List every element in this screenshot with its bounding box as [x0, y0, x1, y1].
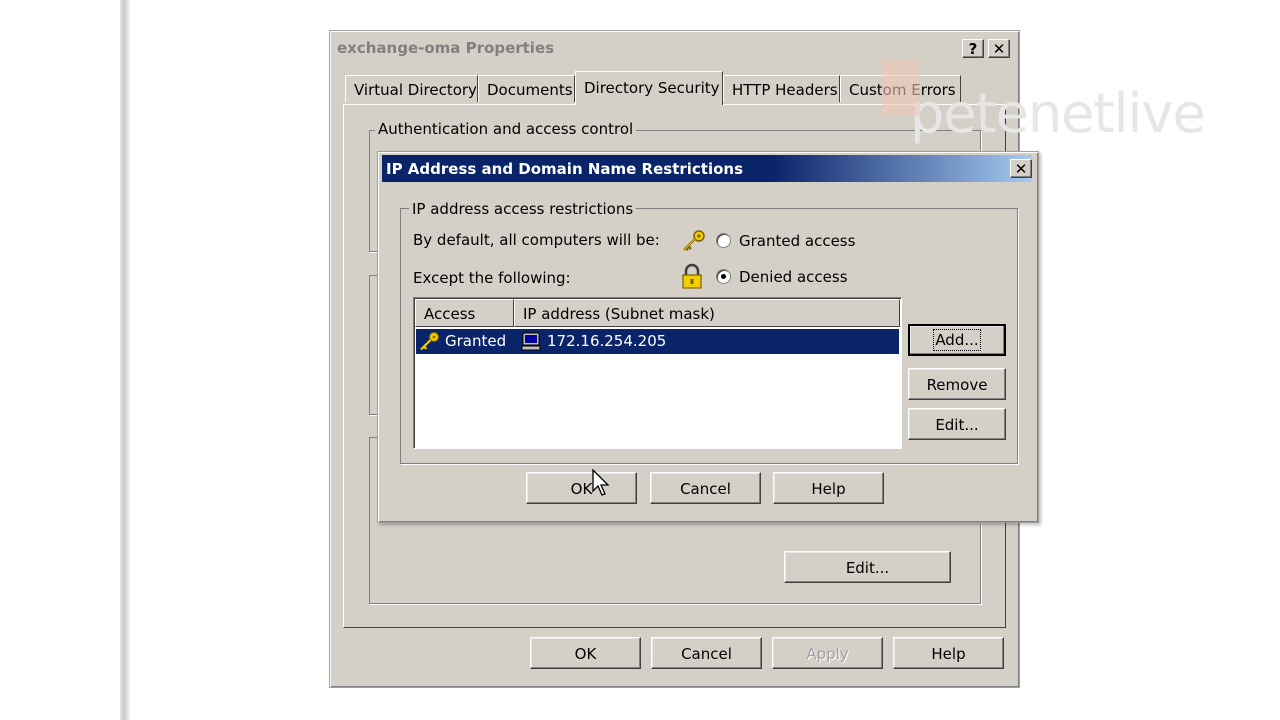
auth-group-label: Authentication and access control — [375, 120, 637, 138]
apply-button[interactable]: Apply — [772, 637, 883, 669]
dialog-help-button[interactable]: Help — [773, 472, 884, 504]
cursor-icon — [592, 469, 610, 496]
granted-access-radio[interactable] — [716, 233, 731, 248]
help-bottom-button[interactable]: Help — [893, 637, 1004, 669]
granted-access-label[interactable]: Granted access — [739, 232, 855, 250]
dialog-titlebar: IP Address and Domain Name Restrictions … — [382, 155, 1032, 182]
tab-directory-security[interactable]: Directory Security — [575, 71, 723, 105]
ip-restrictions-dialog: IP Address and Domain Name Restrictions … — [377, 151, 1039, 523]
row-access: Granted — [445, 332, 507, 350]
column-header-ip[interactable]: IP address (Subnet mask) — [514, 299, 900, 327]
denied-access-label[interactable]: Denied access — [727, 268, 848, 286]
watermark-text: petenetlive — [910, 82, 1206, 145]
background-window-edge — [120, 0, 130, 720]
except-label: Except the following: — [413, 269, 571, 287]
key-icon — [420, 331, 440, 351]
secure-comm-edit-button[interactable]: Edit... — [784, 551, 951, 583]
help-button[interactable]: ? — [962, 39, 984, 58]
remove-button[interactable]: Remove — [908, 368, 1006, 400]
row-ip: 172.16.254.205 — [547, 332, 667, 350]
add-button[interactable]: Add... — [908, 324, 1006, 356]
ip-access-group-label: IP address access restrictions — [409, 200, 637, 218]
key-icon — [683, 230, 705, 251]
default-label: By default, all computers will be: — [413, 231, 660, 249]
dialog-ok-button[interactable]: OK — [526, 472, 637, 504]
close-button[interactable]: ✕ — [988, 39, 1010, 58]
tab-virtual-directory[interactable]: Virtual Directory — [345, 75, 478, 102]
cancel-button[interactable]: Cancel — [651, 637, 762, 669]
denied-access-radio-dot — [721, 274, 726, 279]
edit-button[interactable]: Edit... — [908, 408, 1006, 440]
ok-button[interactable]: OK — [530, 637, 641, 669]
column-header-access[interactable]: Access — [415, 299, 514, 327]
computer-icon — [521, 332, 541, 351]
tab-http-headers[interactable]: HTTP Headers — [723, 75, 840, 102]
list-row[interactable]: Granted 172.16.254.205 — [416, 329, 899, 354]
properties-title: exchange-oma Properties — [337, 39, 555, 57]
ip-restrictions-list[interactable]: Access IP address (Subnet mask) Granted … — [413, 297, 902, 449]
dialog-cancel-button[interactable]: Cancel — [650, 472, 761, 504]
watermark-logo-icon — [882, 60, 920, 116]
dialog-title: IP Address and Domain Name Restrictions — [386, 160, 744, 178]
properties-titlebar: exchange-oma Properties ? ✕ — [333, 34, 1014, 60]
tab-documents[interactable]: Documents — [478, 75, 575, 102]
dialog-close-button[interactable]: ✕ — [1010, 159, 1032, 178]
lock-icon — [682, 263, 702, 289]
